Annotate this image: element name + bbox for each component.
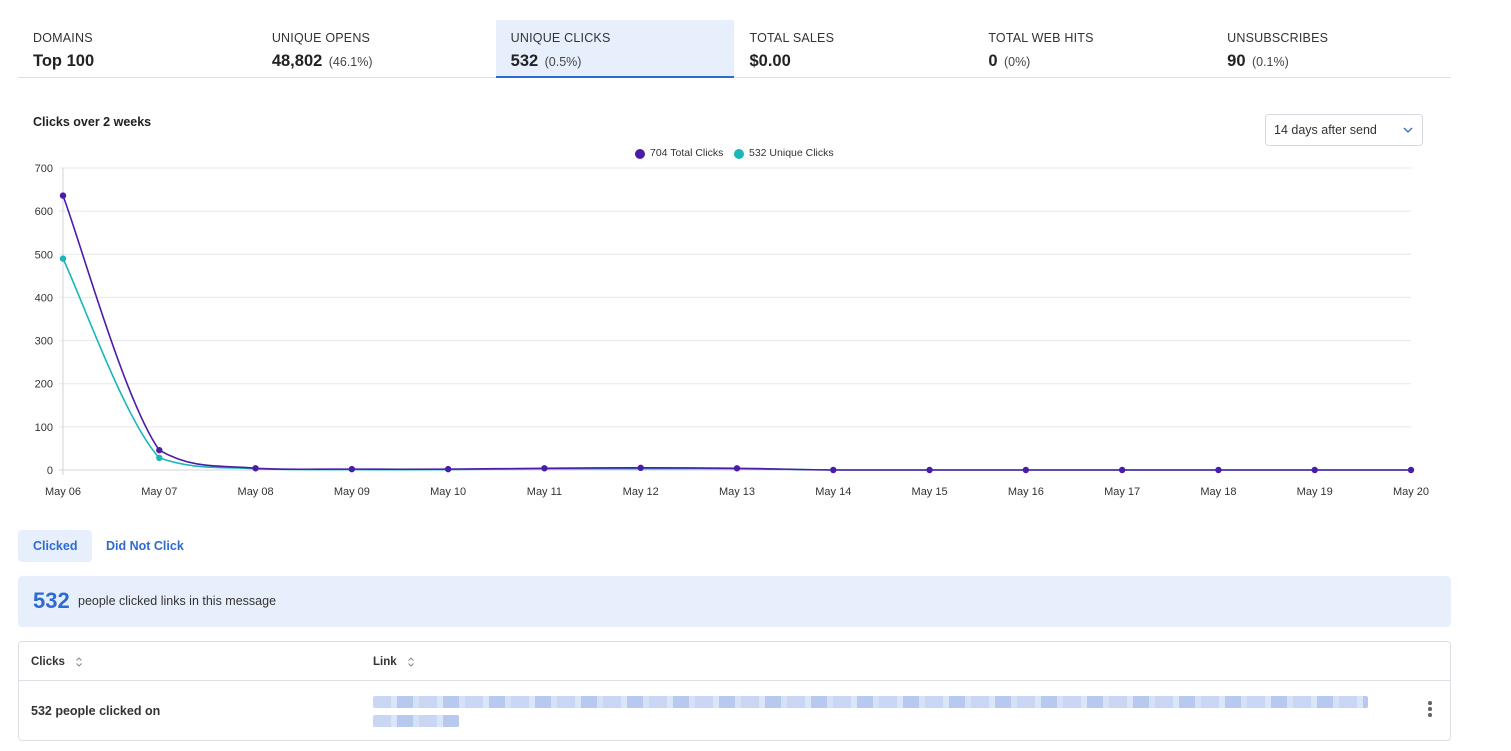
x-tick-label: May 09 <box>334 486 370 498</box>
x-tick-label: May 10 <box>430 486 466 498</box>
summary-count: 532 <box>33 588 70 613</box>
stat-value: Top 100 <box>33 52 95 70</box>
data-point <box>156 446 163 454</box>
data-point <box>156 454 163 462</box>
stat-label: TOTAL WEB HITS <box>988 31 1094 45</box>
x-tick-label: May 16 <box>1008 486 1044 498</box>
y-tick-label: 400 <box>35 292 53 304</box>
stat-percent: (46.1%) <box>328 55 373 69</box>
y-tick-label: 600 <box>35 206 53 218</box>
column-header-clicks[interactable]: Clicks <box>31 656 82 668</box>
data-point <box>1407 466 1415 474</box>
stat-label: DOMAINS <box>33 31 93 45</box>
tab-did-not-click[interactable]: Did Not Click <box>91 530 199 562</box>
data-point <box>348 465 356 473</box>
legend-label: 704 Total Clicks <box>650 147 723 159</box>
data-point <box>1022 466 1030 474</box>
y-tick-label: 300 <box>35 336 53 348</box>
data-point <box>637 464 644 472</box>
tab-clicked[interactable]: Clicked <box>18 530 93 562</box>
stat-label: TOTAL SALES <box>749 31 835 45</box>
row-clicks-cell: 532 people clicked on <box>31 704 161 718</box>
stat-value: 90 <box>1227 52 1246 70</box>
stat-tab-unsubscribes[interactable]: UNSUBSCRIBES 90 (0.1%) <box>1212 20 1451 78</box>
links-table: Clicks Link 532 people clicked on <box>18 641 1451 741</box>
column-header-label: Clicks <box>31 656 65 669</box>
x-tick-label: May 11 <box>527 486 562 498</box>
stat-label: UNSUBSCRIBES <box>1227 31 1329 45</box>
y-tick-label: 200 <box>35 379 53 391</box>
data-point <box>59 255 67 262</box>
x-tick-label: May 19 <box>1297 486 1333 498</box>
x-tick-label: May 20 <box>1393 486 1429 498</box>
clicks-summary-banner: 532 people clicked links in this message <box>18 576 1451 627</box>
x-tick-label: May 07 <box>141 486 177 498</box>
sort-icon <box>76 657 82 667</box>
stat-tab-total-sales[interactable]: TOTAL SALES $0.00 <box>734 20 973 78</box>
data-point <box>1118 466 1126 474</box>
stat-label: UNIQUE CLICKS <box>510 31 611 45</box>
data-point <box>1215 466 1222 474</box>
x-tick-label: May 14 <box>815 486 851 498</box>
stat-value: 48,802 <box>271 52 323 70</box>
data-point <box>830 466 837 474</box>
stat-percent: (0%) <box>1003 55 1031 69</box>
y-tick-label: 700 <box>35 163 53 175</box>
legend-marker <box>734 149 744 159</box>
data-point <box>444 465 452 473</box>
sort-icon <box>407 657 414 667</box>
data-point <box>252 465 259 472</box>
summary-text: people clicked links in this message <box>78 594 277 608</box>
stat-label: UNIQUE OPENS <box>271 31 371 45</box>
stats-tab-bar: DOMAINS Top 100 UNIQUE OPENS 48,802 (46.… <box>18 20 1451 78</box>
x-tick-label: May 08 <box>238 486 274 498</box>
x-tick-label: May 12 <box>623 486 659 498</box>
x-tick-label: May 13 <box>719 486 755 498</box>
redacted-link[interactable] <box>373 696 1373 728</box>
stat-tab-unique-opens[interactable]: UNIQUE OPENS 48,802 (46.1%) <box>257 20 496 78</box>
stat-value: $0.00 <box>749 52 791 70</box>
stat-value: 0 <box>988 52 998 70</box>
stat-tab-unique-clicks[interactable]: UNIQUE CLICKS 532 (0.5%) <box>495 20 735 78</box>
stat-value: 532 <box>510 52 539 70</box>
y-tick-label: 500 <box>35 249 53 261</box>
x-tick-label: May 15 <box>912 486 948 498</box>
stat-percent: (0.1%) <box>1251 55 1289 69</box>
stat-percent: (0.5%) <box>544 55 582 69</box>
legend-label: 532 Unique Clicks <box>749 147 834 159</box>
series-line <box>62 195 1411 471</box>
stat-tab-total-web-hits[interactable]: TOTAL WEB HITS 0 (0%) <box>973 20 1212 78</box>
x-tick-label: May 17 <box>1104 486 1140 498</box>
x-tick-label: May 06 <box>45 486 81 498</box>
stat-tab-domains[interactable]: DOMAINS Top 100 <box>18 20 257 78</box>
date-range-value: 14 days after send <box>1274 123 1377 137</box>
data-point <box>1311 466 1318 474</box>
data-point <box>926 466 933 474</box>
table-header: Clicks Link <box>19 642 1450 681</box>
chevron-down-icon <box>1403 127 1413 133</box>
data-point <box>541 465 548 472</box>
column-header-link[interactable]: Link <box>373 656 414 668</box>
data-point <box>59 192 67 199</box>
table-row: 532 people clicked on <box>19 681 1450 741</box>
data-point <box>733 465 741 472</box>
more-options-icon[interactable] <box>1428 701 1432 719</box>
clicks-line-chart: 0 100 200 300 400 500 600 700 May 06 May 07 May 08… <box>35 147 1429 498</box>
column-header-label: Link <box>373 656 397 669</box>
y-tick-label: 100 <box>35 422 53 434</box>
series-line <box>62 258 1411 471</box>
legend-marker <box>635 149 645 159</box>
chart-title: Clicks over 2 weeks <box>33 115 152 129</box>
x-tick-label: May 18 <box>1200 486 1236 498</box>
y-tick-label: 0 <box>47 465 53 477</box>
